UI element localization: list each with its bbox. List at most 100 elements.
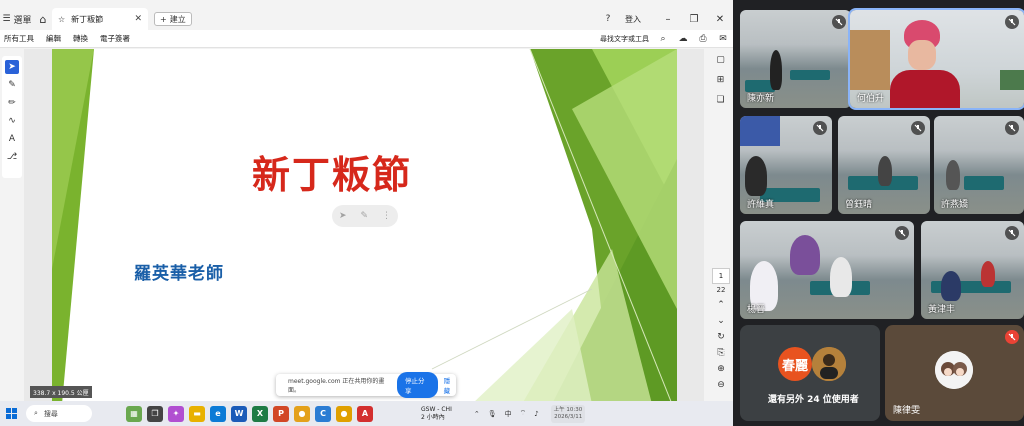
more-icon[interactable]: ⋮ <box>382 211 391 221</box>
menu-esign[interactable]: 電子簽署 <box>100 33 130 44</box>
zoom-out-icon[interactable]: ⊖ <box>717 380 725 390</box>
mic-muted-icon <box>813 121 827 135</box>
menu-all-tools[interactable]: 所有工具 <box>4 33 34 44</box>
system-clock[interactable]: 上午 10:30 2026/3/11 <box>550 404 586 423</box>
cartoon-avatar-icon <box>935 351 973 389</box>
participant-tile[interactable]: 許維真 <box>740 116 832 214</box>
word-icon[interactable]: W <box>231 405 247 422</box>
participant-name: 楊晉 <box>747 305 766 315</box>
overflow-label: 還有另外 24 位使用者 <box>768 395 859 405</box>
menu-button[interactable]: ☰ 選單 <box>0 8 34 30</box>
menu-edit[interactable]: 編輯 <box>46 33 61 44</box>
close-tab-icon[interactable]: ✕ <box>134 14 142 24</box>
widgets-icon[interactable]: ▦ <box>126 405 142 422</box>
chrome-icon[interactable]: ● <box>294 405 310 422</box>
text-box-icon[interactable]: A <box>5 132 19 146</box>
print-icon[interactable]: ⎙ <box>693 34 713 44</box>
participant-tile[interactable]: 曾鈺晴 <box>838 116 930 214</box>
comment-panel-icon[interactable]: ▢ <box>712 51 730 69</box>
home-button[interactable]: ⌂ <box>34 8 52 30</box>
draw-icon[interactable]: ∿ <box>5 114 19 128</box>
participant-avatar: 春麗 <box>778 347 812 381</box>
ime-indicator[interactable]: 中 <box>505 409 512 419</box>
search-icon: ⌕ <box>34 409 38 417</box>
sign-in-button[interactable]: 登入 <box>625 14 641 25</box>
chevron-up-icon[interactable]: ⌃ <box>474 410 480 418</box>
star-icon[interactable]: ☆ <box>58 15 65 24</box>
tab-document[interactable]: ☆ 新丁粄節 ✕ <box>52 8 148 30</box>
file-explorer-icon[interactable]: ▬ <box>189 405 205 422</box>
slide-subtitle: 羅英華老師 <box>134 264 224 284</box>
tab-bar: ☰ 選單 ⌂ ☆ 新丁粄節 ✕ + 建立 ? 登入 – ❐ ✕ <box>0 8 733 30</box>
zoom-in-icon[interactable]: ⊕ <box>717 364 725 374</box>
weather-line2: 2 小時內 <box>421 413 445 421</box>
person-photo-icon <box>812 347 846 381</box>
system-tray: ⌃ 🎙 中 ⌔ ♪ <box>474 409 539 419</box>
start-button[interactable] <box>0 408 22 419</box>
close-window-icon[interactable]: ✕ <box>707 14 733 25</box>
taskbar-search[interactable]: ⌕ 搜尋 <box>26 405 92 422</box>
main-toolbar: 所有工具 編輯 轉換 電子簽署 尋找文字或工具 ⌕ ☁ ⎙ ✉ <box>0 30 733 48</box>
mail-icon[interactable]: ✉ <box>713 34 733 44</box>
page-number-input[interactable]: 1 <box>712 268 730 284</box>
participant-tile[interactable]: 楊晉 <box>740 221 914 319</box>
volume-icon[interactable]: ♪ <box>534 410 538 418</box>
network-icon[interactable]: ⌔ <box>520 409 527 418</box>
mic-muted-icon <box>832 15 846 29</box>
save-icon[interactable]: ⎘ <box>717 348 724 358</box>
hide-share-bar-link[interactable]: 隱藏 <box>444 375 456 395</box>
new-tab-label: 建立 <box>169 14 186 24</box>
menu-convert[interactable]: 轉換 <box>73 33 88 44</box>
document-canvas: 新丁粄節 ➤ ✎ ⋮ 羅英華老師 <box>24 49 704 404</box>
powerpoint-icon[interactable]: P <box>273 405 289 422</box>
excel-icon[interactable]: X <box>252 405 268 422</box>
new-tab-button[interactable]: + 建立 <box>154 12 192 26</box>
maximize-icon[interactable]: ❐ <box>681 14 707 25</box>
overflow-participants-tile[interactable]: 春麗 還有另外 24 位使用者 <box>740 325 880 421</box>
acrobat-icon[interactable]: A <box>357 405 373 422</box>
pointer-icon[interactable]: ➤ <box>339 211 347 221</box>
highlighter-icon[interactable]: ✏ <box>5 96 19 110</box>
slide-page: 新丁粄節 ➤ ✎ ⋮ 羅英華老師 <box>52 49 677 404</box>
copilot-icon[interactable]: ✦ <box>168 405 184 422</box>
stamp-icon[interactable]: ⎇ <box>5 150 19 164</box>
chevron-down-icon[interactable]: ⌄ <box>717 316 725 326</box>
bookmark-icon[interactable]: ⊞ <box>712 71 730 89</box>
mic-muted-icon <box>1005 15 1019 29</box>
weather-widget[interactable]: GSW - CHI 2 小時內 <box>421 406 452 422</box>
microphone-icon[interactable]: 🎙 <box>488 410 497 418</box>
participant-tile[interactable]: 陳亦新 <box>740 10 851 108</box>
find-text-field[interactable]: 尋找文字或工具 <box>600 34 649 44</box>
minimize-icon[interactable]: – <box>655 14 681 25</box>
self-view-tile[interactable]: 陳律雯 <box>885 325 1024 421</box>
task-view-icon[interactable]: ❐ <box>147 405 163 422</box>
participant-tile-speaking[interactable]: 何伯升 <box>848 8 1024 110</box>
participant-name: 黃津丰 <box>928 305 956 315</box>
mic-muted-icon <box>1005 330 1019 344</box>
comment-icon[interactable]: ✎ <box>5 78 19 92</box>
search-label: 搜尋 <box>43 409 58 418</box>
pages-icon[interactable]: ❏ <box>712 91 730 109</box>
stop-sharing-button[interactable]: 停止分享 <box>396 372 438 398</box>
home-icon: ⌂ <box>39 12 47 26</box>
participant-tile[interactable]: 許燕嬌 <box>934 116 1024 214</box>
search-icon[interactable]: ⌕ <box>653 34 673 44</box>
chevron-up-icon[interactable]: ⌃ <box>717 300 725 310</box>
screen-share-bar: meet.google.com 正在共用你的畫面。 停止分享 隱藏 <box>276 372 456 398</box>
select-cursor-icon[interactable]: ➤ <box>5 60 19 74</box>
mic-muted-icon <box>895 226 909 240</box>
app-icon[interactable]: C <box>315 405 331 422</box>
chrome-active-icon[interactable]: ● <box>336 405 352 422</box>
left-tool-rail: ➤ ✎ ✏ ∿ A ⎇ <box>2 56 22 178</box>
mic-muted-icon <box>1005 226 1019 240</box>
edge-icon[interactable]: e <box>210 405 226 422</box>
rotate-icon[interactable]: ↻ <box>717 332 725 342</box>
slide-hover-controls[interactable]: ➤ ✎ ⋮ <box>332 205 398 227</box>
tab-title: 新丁粄節 <box>71 14 104 24</box>
participant-tile[interactable]: 黃津丰 <box>921 221 1024 319</box>
pen-icon[interactable]: ✎ <box>361 211 369 221</box>
weather-line1: GSW - CHI <box>421 405 452 413</box>
cloud-icon[interactable]: ☁ <box>673 34 693 44</box>
help-icon[interactable]: ? <box>601 12 615 26</box>
page-total: 22 <box>716 286 726 294</box>
